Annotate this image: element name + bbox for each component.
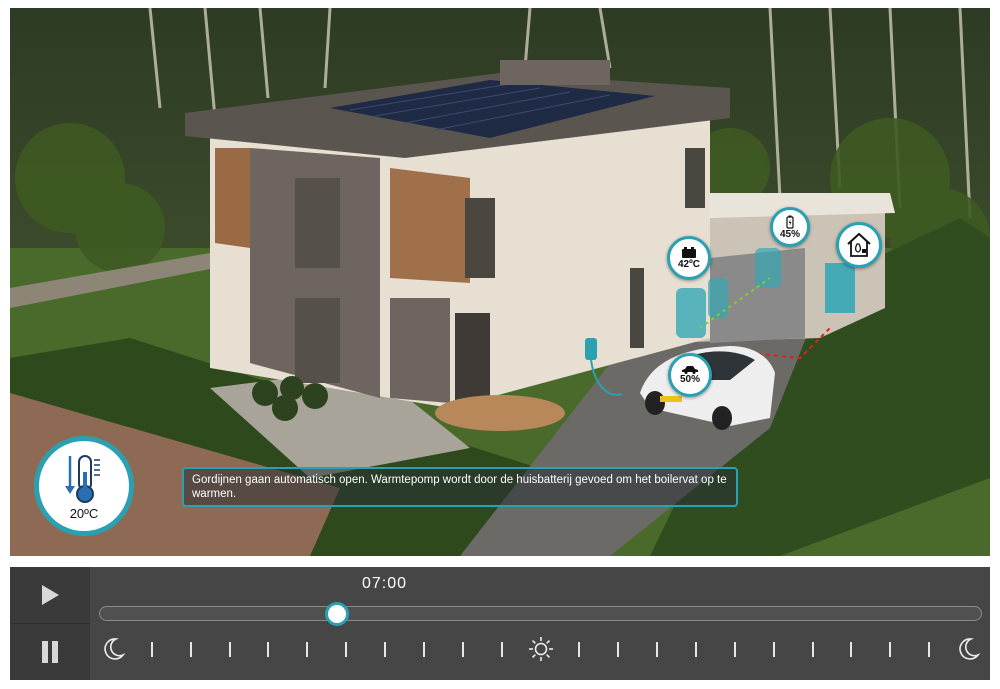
battery-icon [786, 215, 794, 229]
car-battery-hotspot[interactable]: 50% [668, 353, 712, 397]
timeline-tick [306, 642, 309, 657]
timeline-slider-track[interactable] [99, 606, 982, 621]
play-button[interactable] [10, 567, 90, 624]
timeline-tick [928, 642, 931, 657]
thermometer-icon [65, 454, 100, 503]
playback-buttons [10, 567, 90, 680]
timeline-tick [500, 642, 503, 657]
house-battery-hotspot[interactable]: 45% [770, 207, 810, 247]
timeline-tick [150, 642, 153, 657]
boiler-temperature: 42ºC [678, 258, 700, 270]
moon-icon [100, 636, 126, 667]
timeline-tick [772, 642, 775, 657]
timeline-tick [617, 642, 620, 657]
timeline-tick [461, 642, 464, 657]
timeline-tick [656, 642, 659, 657]
timeline-tick [189, 642, 192, 657]
current-time: 07:00 [362, 575, 408, 592]
timeline-tick [384, 642, 387, 657]
play-icon [42, 585, 59, 605]
boiler-icon [682, 246, 696, 258]
car-battery-level: 50% [679, 374, 700, 385]
timeline-tick [578, 642, 581, 657]
house-battery-level: 45% [779, 228, 800, 240]
car-icon [682, 366, 698, 374]
status-message: Gordijnen gaan automatisch open. Warmtep… [182, 467, 738, 507]
timeline-tick [345, 642, 348, 657]
timeline-tick [267, 642, 270, 657]
thermostat-widget[interactable]: 20ºC [34, 436, 134, 536]
room-temperature: 20ºC [69, 505, 99, 521]
timeline-tick [694, 642, 697, 657]
timeline-tick [889, 642, 892, 657]
pause-button[interactable] [10, 624, 90, 680]
timeline-controls: 07:00 [10, 567, 990, 680]
timeline-tick [733, 642, 736, 657]
sun-icon [528, 636, 554, 667]
moon-icon [955, 636, 981, 667]
home-heating-hotspot[interactable] [836, 222, 882, 268]
pause-icon [42, 641, 58, 663]
boiler-hotspot[interactable]: 42ºC [667, 236, 711, 280]
timeline-slider-thumb[interactable] [325, 602, 350, 626]
timeline-tick [422, 642, 425, 657]
house-heat-icon [847, 232, 871, 257]
timeline-tick [228, 642, 231, 657]
timeline-tick [850, 642, 853, 657]
smart-home-scene: 42ºC 45% 50% 20ºC Gordijnen gaan automat… [10, 8, 990, 556]
timeline-tick [811, 642, 814, 657]
